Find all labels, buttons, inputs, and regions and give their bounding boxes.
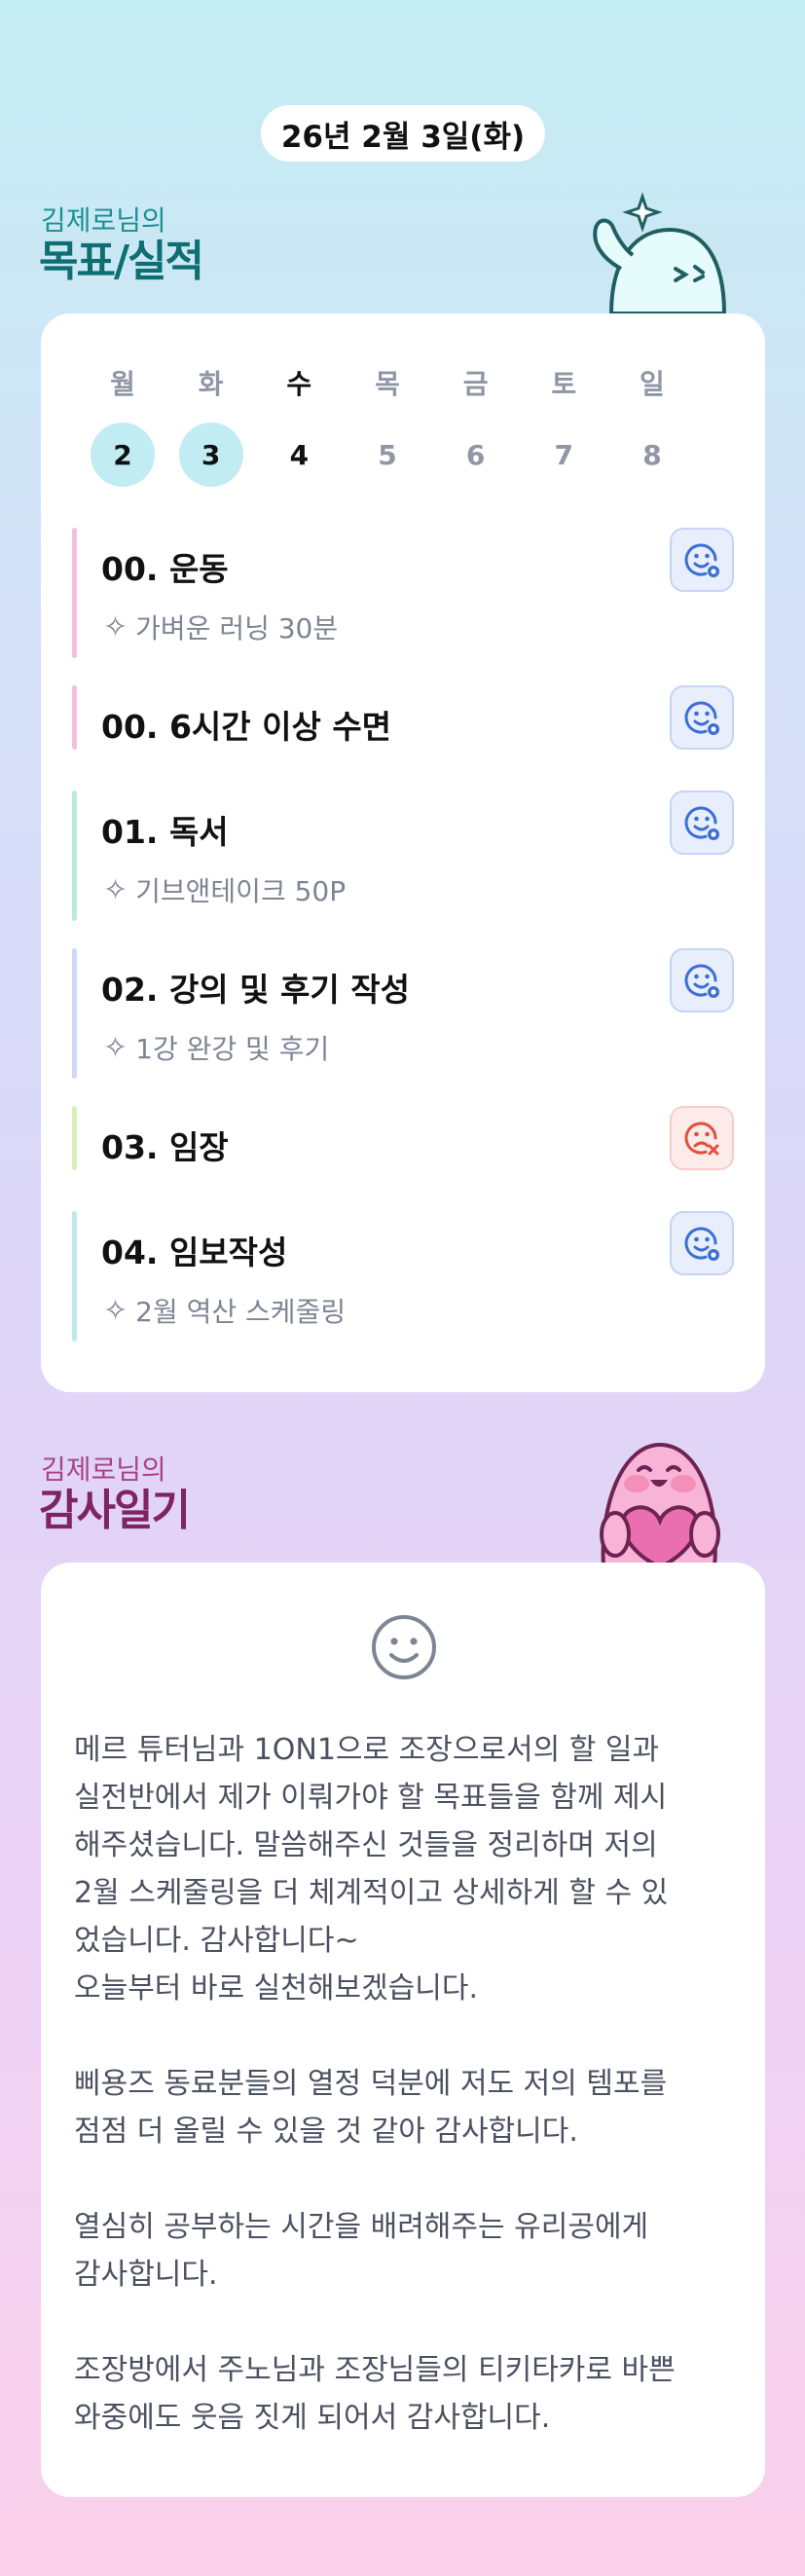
goal-item[interactable]: 00. 6시간 이상 수면 [72,685,734,750]
week-strip: 월2화3수4목5금6토7일8 [90,364,685,487]
goal-detail: ✧ 1강 완강 및 후기 [103,1028,329,1067]
goal-color-bar [72,1106,77,1170]
smile-check-icon[interactable] [670,685,734,750]
goal-detail-text: 2월 역산 스케줄링 [135,1296,347,1328]
goal-detail: ✧ 가벼운 러닝 30분 [103,607,338,646]
smile-check-icon[interactable] [670,528,734,592]
gratitude-text: 메르 튜터님과 1ON1으로 조장으로서의 할 일과 실전반에서 제가 이뤄가야… [74,1726,736,2442]
day-column[interactable]: 목5 [354,364,421,487]
day-number: 7 [554,438,574,471]
smile-check-icon[interactable] [670,1211,734,1275]
goals-section-title: 목표/실적 [39,237,204,286]
sparkle-icon: ✧ [103,609,128,644]
goal-title: 00. 6시간 이상 수면 [101,708,392,746]
gratitude-paragraph: 열심히 공부하는 시간을 배려해주는 유리공에게 감사합니다. [74,2210,649,2292]
gratitude-paragraph: 삐용즈 동료분들의 열정 덕분에 저도 저의 템포를 점점 더 올릴 수 있을 … [74,2067,668,2149]
goal-title: 01. 독서 [101,813,229,851]
goal-color-bar [72,948,77,1079]
smile-icon [370,1613,438,1681]
sparkle-icon: ✧ [103,1293,128,1328]
date-pill: 26년 2월 3일(화) [261,105,545,162]
day-name: 일 [640,368,665,400]
goal-color-bar [72,685,77,750]
day-column[interactable]: 일8 [619,364,685,487]
sparkle-icon: ✧ [103,872,128,907]
goal-title: 03. 임장 [101,1128,229,1166]
day-number: 8 [642,438,662,471]
day-number: 6 [465,438,486,471]
gratitude-card: 메르 튜터님과 1ON1으로 조장으로서의 할 일과 실전반에서 제가 이뤄가야… [41,1563,765,2497]
day-column[interactable]: 금6 [443,364,509,487]
goal-item[interactable]: 00. 운동 ✧ 가벼운 러닝 30분 [72,528,734,658]
gratitude-section-title: 감사일기 [39,1486,191,1535]
gratitude-paragraph: 조장방에서 주노님과 조장님들의 티키타카로 바쁜 와중에도 웃음 짓게 되어서… [74,2353,676,2435]
day-number: 3 [178,423,243,487]
day-name: 토 [551,368,577,400]
day-name: 목 [375,368,400,400]
goal-detail-text: 가벼운 러닝 30분 [135,612,339,644]
smile-check-icon[interactable] [670,791,734,855]
date-label: 26년 2월 3일(화) [280,119,526,155]
day-name: 금 [462,368,489,400]
day-number: 5 [378,438,397,471]
gratitude-paragraph: 메르 튜터님과 1ON1으로 조장으로서의 할 일과 실전반에서 제가 이뤄가야… [74,1733,669,2006]
goal-item[interactable]: 01. 독서 ✧ 기브앤테이크 50P [72,791,734,921]
goal-detail-text: 1강 완강 및 후기 [135,1033,330,1065]
goal-color-bar [72,1211,77,1342]
day-column[interactable]: 월2 [90,364,156,487]
sad-x-icon[interactable] [670,1106,734,1170]
ghost-mascot-icon [593,192,727,315]
goal-detail-text: 기브앤테이크 50P [135,875,347,907]
day-number: 4 [289,438,310,471]
day-number: 2 [91,423,155,487]
day-column[interactable]: 화3 [178,364,244,487]
goal-item[interactable]: 02. 강의 및 후기 작성 ✧ 1강 완강 및 후기 [72,948,734,1079]
goal-title: 02. 강의 및 후기 작성 [101,971,410,1009]
goal-item[interactable]: 04. 임보작성 ✧ 2월 역산 스케줄링 [72,1211,734,1342]
goal-title: 04. 임보작성 [101,1233,288,1271]
goal-detail: ✧ 기브앤테이크 50P [103,870,346,909]
day-name: 화 [198,368,224,400]
day-name: 수 [286,368,312,400]
goals-card: 월2화3수4목5금6토7일8 00. 운동 ✧ 가벼운 러닝 30분 00. 6시간 … [41,313,765,1392]
goal-color-bar [72,791,77,921]
goal-title: 00. 운동 [101,550,229,588]
smile-check-icon[interactable] [670,948,734,1012]
sparkle-icon: ✧ [103,1030,128,1065]
day-column[interactable]: 토7 [531,364,597,487]
goal-item[interactable]: 03. 임장 [72,1106,734,1170]
day-column[interactable]: 수4 [266,364,332,487]
heart-mascot-icon [600,1442,720,1567]
goal-detail: ✧ 2월 역산 스케줄링 [103,1291,346,1330]
day-name: 월 [110,368,135,400]
goal-color-bar [72,528,77,658]
